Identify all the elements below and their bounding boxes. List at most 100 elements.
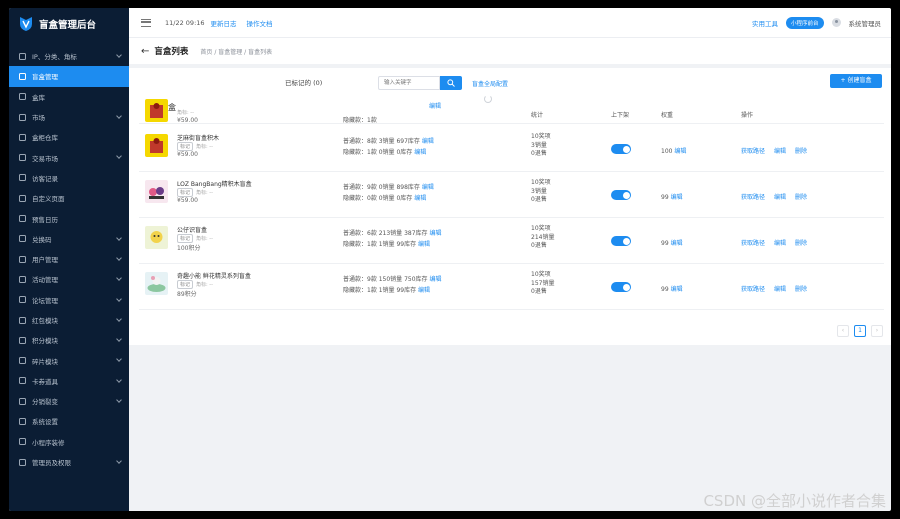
edit-normal-link[interactable]: 编辑: [422, 184, 434, 191]
get-path-link[interactable]: 获取路径: [741, 284, 765, 293]
sidebar-item-9[interactable]: 兑换码: [9, 229, 129, 249]
sidebar-item-19[interactable]: 小程序装修: [9, 432, 129, 452]
sidebar-item-7[interactable]: 自定义页面: [9, 188, 129, 208]
get-path-link[interactable]: 获取路径: [741, 238, 765, 247]
sidebar-item-0[interactable]: IP、分类、角标: [9, 46, 129, 66]
sidebar-item-2[interactable]: 盒库: [9, 87, 129, 107]
get-path-link[interactable]: 获取路径: [741, 146, 765, 155]
get-path-link[interactable]: 获取路径: [741, 192, 765, 201]
weight-cell: 99 编辑: [661, 238, 683, 247]
stat-prizes: 10奖项: [531, 225, 551, 232]
edit-normal-link[interactable]: 编辑: [422, 138, 434, 145]
product-image-icon: [150, 103, 163, 118]
top-header: 11/22 09:16 更新日志 操作文档 实用工具 小程序前台 系统管理员: [129, 8, 891, 38]
sidebar-item-16[interactable]: 卡券道具: [9, 371, 129, 391]
changelog-link[interactable]: 更新日志: [211, 18, 237, 28]
mark-tag[interactable]: 标记: [177, 188, 194, 197]
normal-stock-text: 普通款：9款 150销量 750库存: [343, 276, 428, 283]
page-number-button[interactable]: 1: [854, 325, 866, 337]
brand[interactable]: 盲盒管理后台: [9, 8, 129, 40]
on-sale-toggle[interactable]: [611, 282, 631, 292]
back-arrow-icon[interactable]: ←: [141, 46, 149, 57]
col-weight: 权重: [661, 112, 674, 119]
edit-normal-link[interactable]: 编辑: [429, 230, 441, 237]
header-edit-link[interactable]: 编辑: [429, 101, 441, 110]
weight-value: 100: [661, 148, 673, 155]
edit-hidden-link[interactable]: 编辑: [414, 195, 426, 202]
delete-link[interactable]: 删除: [795, 192, 807, 201]
table-row: 芝麻街盲盒积木 标记 角标: -- ¥59.00 普通款：8款 3销量 697库存 编辑…: [139, 127, 884, 172]
admin-name[interactable]: 系统管理员: [849, 18, 882, 28]
sidebar-item-label: 预售日历: [32, 215, 58, 224]
tools-link[interactable]: 实用工具: [752, 18, 778, 28]
row-thumb: [145, 99, 168, 122]
next-page-button[interactable]: ›: [871, 325, 883, 337]
sidebar-item-label: 盲盒管理: [32, 73, 58, 82]
chevron-down-icon: [116, 376, 122, 383]
edit-hidden-link[interactable]: 编辑: [418, 241, 430, 248]
menu-toggle-icon[interactable]: [141, 18, 151, 27]
edit-weight-link[interactable]: 编辑: [671, 286, 683, 293]
tab-marked[interactable]: 已标记的 (0): [279, 77, 349, 87]
global-config-link[interactable]: 盲盒全局配置: [472, 79, 508, 88]
sidebar-item-14[interactable]: 积分模块: [9, 330, 129, 350]
edit-normal-link[interactable]: 编辑: [429, 276, 441, 283]
mark-tag[interactable]: 标记: [177, 142, 194, 151]
stat-refund: 0退售: [531, 196, 547, 203]
page-title: 盲盒列表: [154, 47, 189, 57]
sidebar-item-label: 用户管理: [32, 256, 58, 265]
edit-weight-link[interactable]: 编辑: [674, 148, 686, 155]
mark-tag[interactable]: 标记: [177, 234, 194, 243]
delete-link[interactable]: 删除: [795, 238, 807, 247]
mark-tag[interactable]: 标记: [177, 280, 194, 289]
corner-tag: 角标: --: [196, 236, 213, 242]
edit-link[interactable]: 编辑: [774, 284, 786, 293]
edit-link[interactable]: 编辑: [774, 238, 786, 247]
normal-stock: 普通款：9款 0销量 898库存 编辑: [343, 182, 434, 191]
docs-link[interactable]: 操作文档: [247, 18, 273, 28]
product-thumbnail: [145, 226, 168, 249]
sidebar-item-8[interactable]: 预售日历: [9, 208, 129, 228]
sidebar-item-11[interactable]: 活动管理: [9, 269, 129, 289]
avatar[interactable]: [831, 18, 841, 27]
sidebar-item-13[interactable]: 红包模块: [9, 310, 129, 330]
sidebar-item-12[interactable]: 论坛管理: [9, 290, 129, 310]
create-box-button[interactable]: + 创建盲盒: [830, 74, 882, 88]
on-sale-toggle[interactable]: [611, 144, 631, 154]
sidebar-item-10[interactable]: 用户管理: [9, 249, 129, 269]
stat-prizes: 10奖项: [531, 133, 551, 140]
normal-stock: 普通款：8款 3销量 697库存 编辑: [343, 136, 434, 145]
normal-stock-text: 普通款：6款 213销量 387库存: [343, 230, 428, 237]
edit-link[interactable]: 编辑: [774, 192, 786, 201]
redpacket-icon: [19, 316, 26, 324]
corner-tag: 角标: --: [196, 144, 213, 150]
sidebar-item-20[interactable]: 管理员及权限: [9, 452, 129, 472]
sidebar-item-17[interactable]: 分销裂变: [9, 391, 129, 411]
sidebar-item-18[interactable]: 系统设置: [9, 411, 129, 431]
sidebar-item-5[interactable]: 交易市场: [9, 147, 129, 167]
product-image-icon: [145, 272, 168, 295]
prev-page-button[interactable]: ‹: [837, 325, 849, 337]
weight-cell: 99 编辑: [661, 284, 683, 293]
edit-hidden-link[interactable]: 编辑: [418, 287, 430, 294]
col-name: 盒: [168, 103, 176, 112]
trade-icon: [19, 154, 26, 162]
edit-weight-link[interactable]: 编辑: [671, 194, 683, 201]
sidebar-item-4[interactable]: 盒柜仓库: [9, 127, 129, 147]
search-input[interactable]: [378, 76, 440, 90]
sidebar-item-3[interactable]: 市场: [9, 107, 129, 127]
on-sale-toggle[interactable]: [611, 236, 631, 246]
sidebar-item-15[interactable]: 碎片模块: [9, 350, 129, 370]
delete-link[interactable]: 删除: [795, 146, 807, 155]
edit-link[interactable]: 编辑: [774, 146, 786, 155]
delete-link[interactable]: 删除: [795, 284, 807, 293]
on-sale-toggle[interactable]: [611, 190, 631, 200]
hidden-stock: 隐藏款：1款 0销量 0库存 编辑: [343, 147, 426, 156]
edit-weight-link[interactable]: 编辑: [671, 240, 683, 247]
sidebar-item-1[interactable]: 盲盒管理: [9, 66, 129, 87]
sidebar-item-6[interactable]: 访客记录: [9, 168, 129, 188]
miniprogram-button[interactable]: 小程序前台: [785, 16, 824, 29]
edit-hidden-link[interactable]: 编辑: [414, 149, 426, 156]
search-button[interactable]: [440, 76, 462, 90]
product-name: 公仔识盲盒: [177, 227, 208, 234]
